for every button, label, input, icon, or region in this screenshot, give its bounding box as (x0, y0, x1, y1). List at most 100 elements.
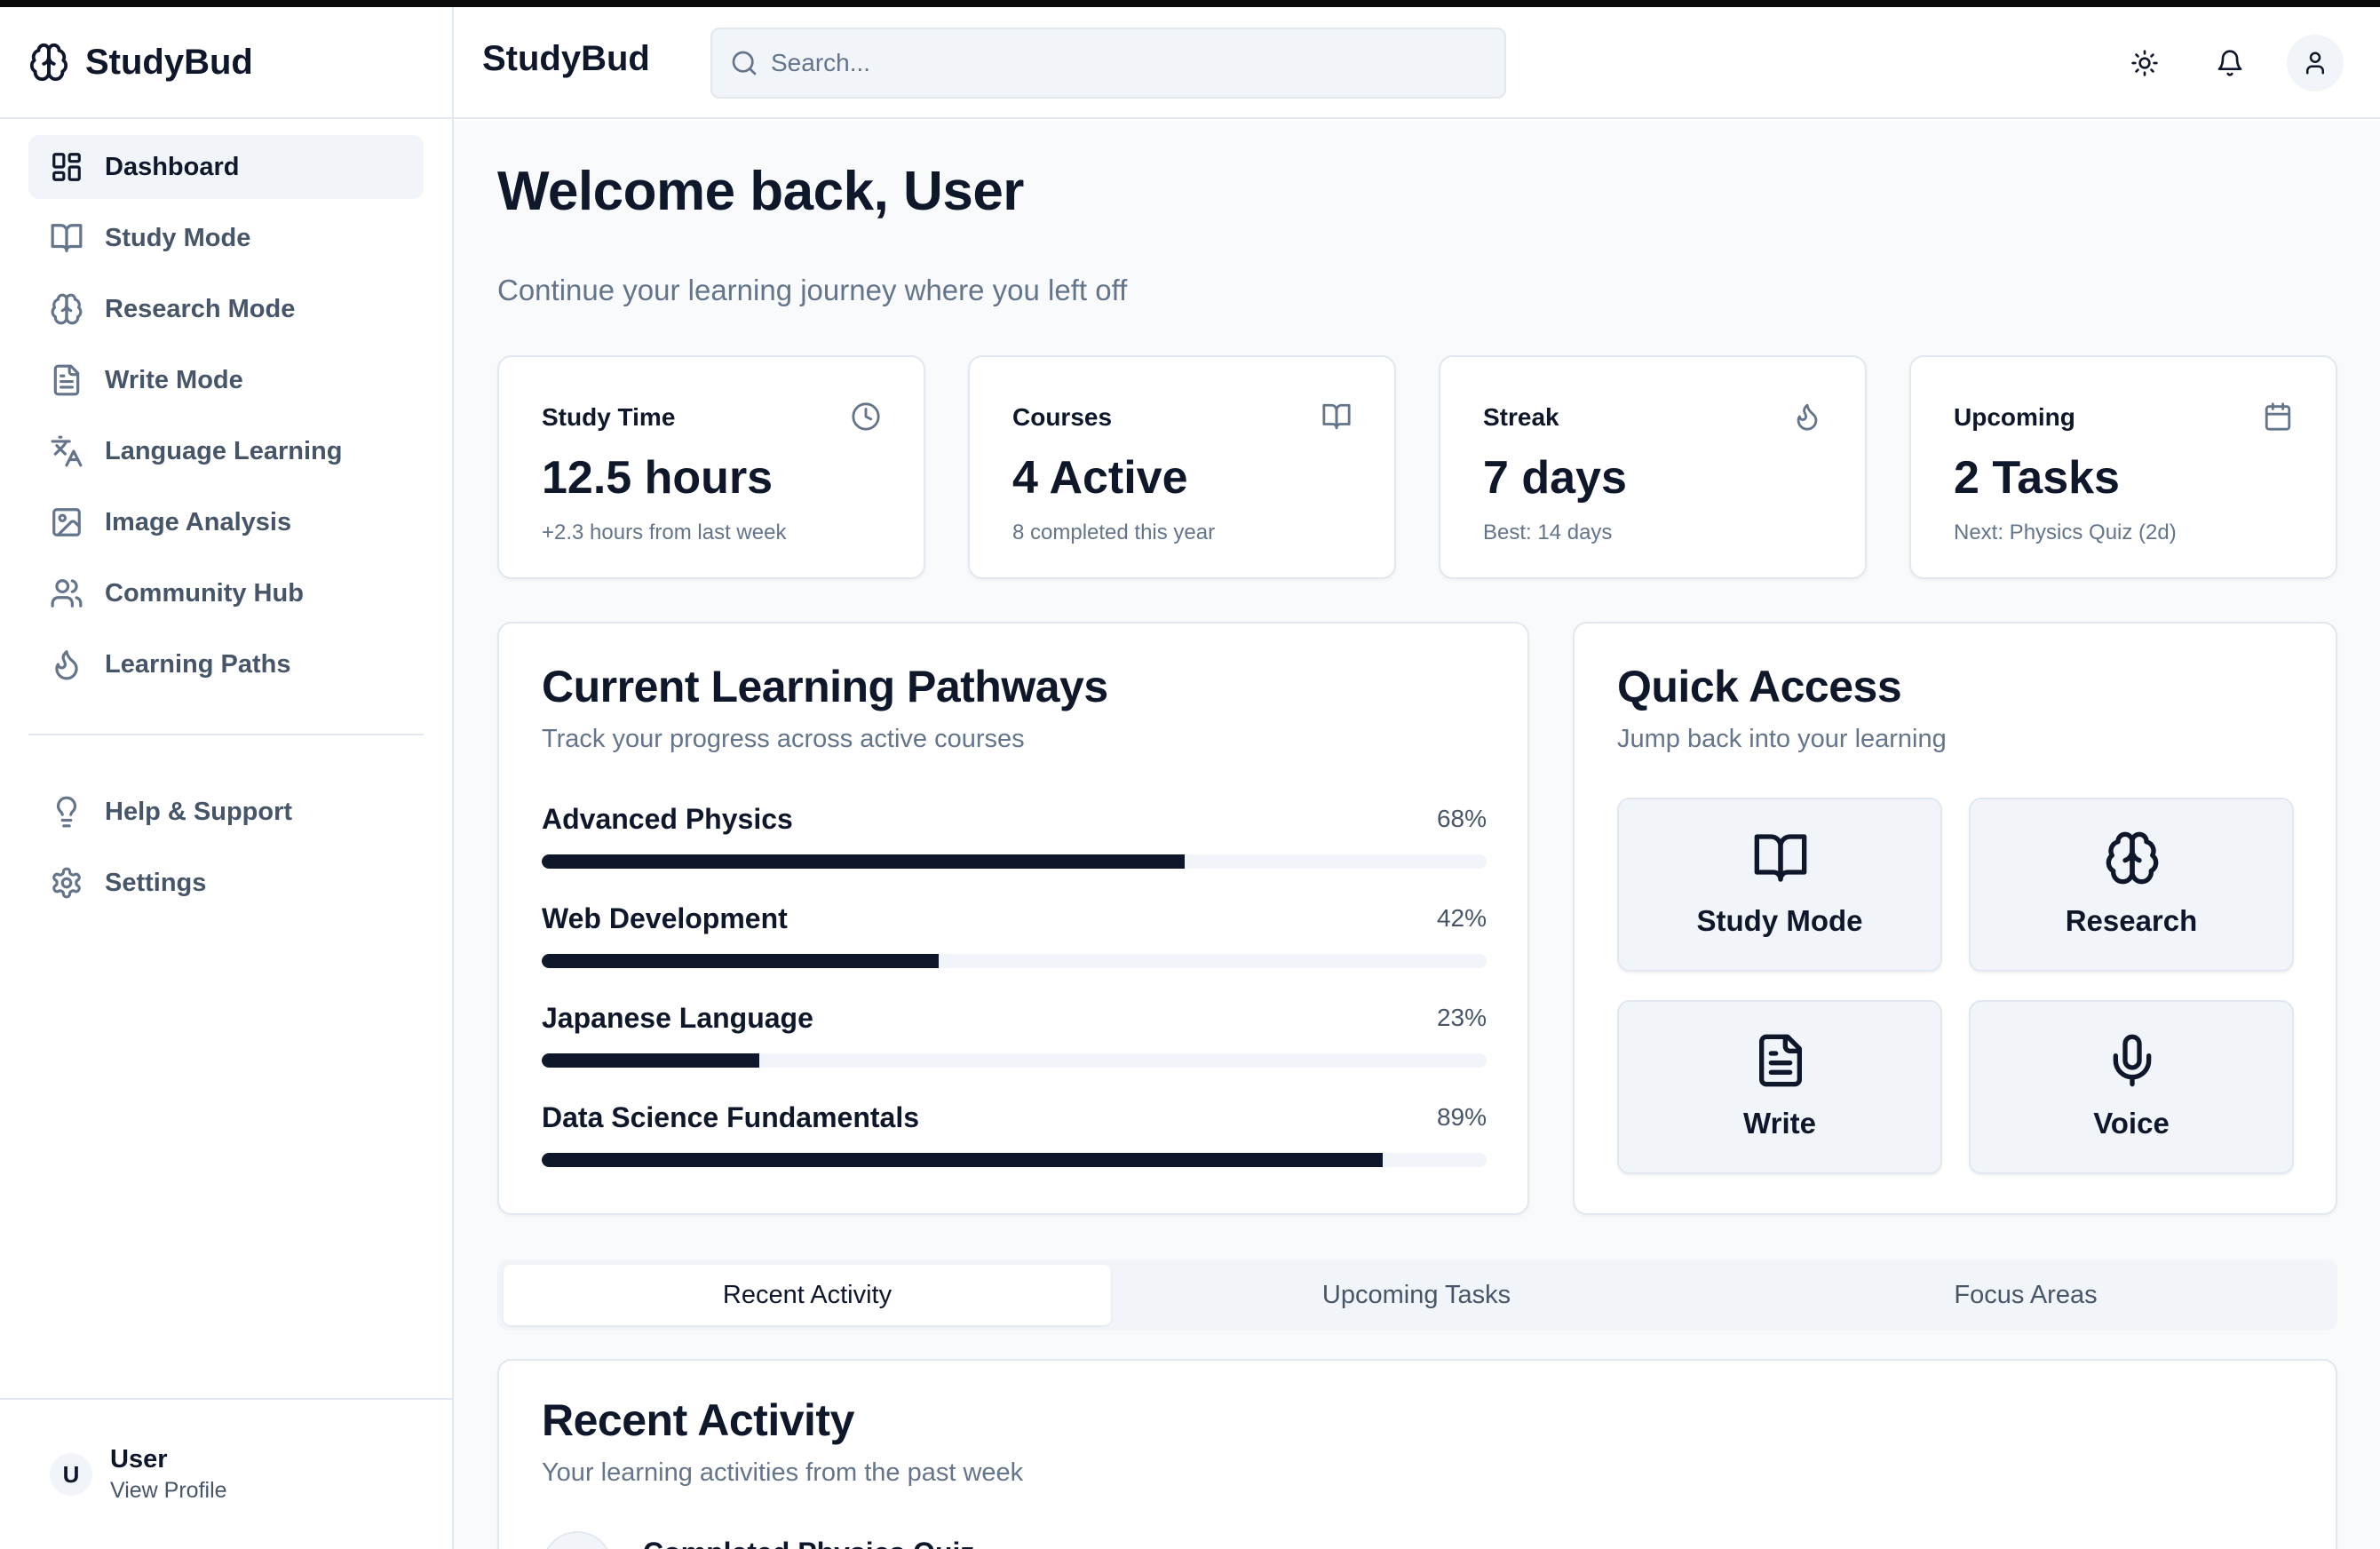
gear-icon (50, 866, 83, 900)
quick-access-study-mode-button[interactable]: Study Mode (1617, 798, 1942, 972)
sidebar-item-learning-paths[interactable]: Learning Paths (28, 632, 424, 696)
user-profile[interactable]: U User View Profile (0, 1398, 452, 1549)
sidebar-item-dashboard[interactable]: Dashboard (28, 135, 424, 199)
stat-subtext: Next: Physics Quiz (2d) (1954, 520, 2177, 544)
sidebar-item-language-learning[interactable]: Language Learning (28, 419, 424, 483)
sidebar-nav: Dashboard Study Mode Research Mode Write… (0, 119, 452, 915)
sidebar-item-label: Image Analysis (105, 507, 292, 536)
sidebar-item-label: Community Hub (105, 578, 304, 608)
clock-icon (851, 401, 881, 432)
recent-activity-subtitle: Your learning activities from the past w… (542, 1458, 1024, 1487)
pathway-percent: 68% (1436, 805, 1487, 832)
notifications-button[interactable] (2202, 35, 2258, 91)
tab-upcoming-tasks[interactable]: Upcoming Tasks (1113, 1265, 1720, 1325)
quick-access-subtitle: Jump back into your learning (1617, 725, 1947, 753)
view-profile-link[interactable]: View Profile (110, 1478, 227, 1504)
search-input[interactable] (771, 49, 1481, 77)
pathway-row-web-development[interactable]: Web Development 42% (542, 902, 1487, 973)
sidebar-item-label: Research Mode (105, 294, 296, 323)
stat-subtext: +2.3 hours from last week (542, 520, 787, 544)
brand-name: StudyBud (85, 42, 253, 82)
users-icon (50, 576, 83, 610)
pathway-row-advanced-physics[interactable]: Advanced Physics 68% (542, 803, 1487, 874)
sun-icon (2130, 49, 2159, 77)
book-open-icon (1752, 830, 1809, 886)
book-icon (50, 221, 83, 255)
file-text-icon (50, 363, 83, 397)
pathway-name: Data Science Fundamentals (542, 1101, 920, 1133)
sidebar-brand[interactable]: StudyBud (0, 7, 452, 119)
window-top-strip (0, 0, 2380, 7)
quick-access-label: Study Mode (1696, 904, 1863, 937)
quick-access-voice-button[interactable]: Voice (1969, 1000, 2294, 1174)
stat-label: Courses (1012, 403, 1113, 431)
pathway-row-data-science[interactable]: Data Science Fundamentals 89% (542, 1101, 1487, 1172)
pathways-subtitle: Track your progress across active course… (542, 725, 1025, 753)
theme-toggle-button[interactable] (2116, 35, 2173, 91)
sidebar-item-label: Settings (105, 868, 207, 897)
progress-fill (542, 1053, 759, 1068)
sidebar: StudyBud Dashboard Study Mode Research M… (0, 7, 454, 1549)
quick-access-card: Quick Access Jump back into your learnin… (1573, 622, 2337, 1215)
sidebar-item-label: Learning Paths (105, 649, 291, 679)
flame-icon (1792, 401, 1822, 432)
sidebar-divider (28, 734, 424, 735)
stat-label: Upcoming (1954, 403, 2075, 431)
pathway-percent: 42% (1436, 904, 1487, 932)
tab-focus-areas[interactable]: Focus Areas (1722, 1265, 2329, 1325)
pathway-name: Japanese Language (542, 1002, 813, 1034)
sidebar-item-study-mode[interactable]: Study Mode (28, 206, 424, 270)
progress-fill (542, 1153, 1383, 1167)
activity-title: Completed Physics Quiz (643, 1537, 974, 1549)
pathway-percent: 23% (1436, 1004, 1487, 1031)
quick-access-title: Quick Access (1617, 662, 1902, 711)
tab-recent-activity[interactable]: Recent Activity (504, 1265, 1111, 1325)
profile-button[interactable] (2287, 35, 2344, 91)
sidebar-item-label: Study Mode (105, 223, 251, 252)
progress-track (542, 1153, 1487, 1167)
flame-icon (50, 647, 83, 681)
pathway-row-japanese-language[interactable]: Japanese Language 23% (542, 1002, 1487, 1073)
recent-activity-card: Recent Activity Your learning activities… (497, 1359, 2337, 1549)
microphone-icon (2104, 1032, 2161, 1089)
stat-label: Streak (1483, 403, 1559, 431)
progress-fill (542, 954, 939, 968)
search-box[interactable] (710, 28, 1506, 99)
sidebar-item-label: Write Mode (105, 365, 243, 394)
sidebar-item-settings[interactable]: Settings (28, 851, 424, 915)
quick-access-label: Research (2065, 904, 2198, 937)
learning-pathways-card: Current Learning Pathways Track your pro… (497, 622, 1529, 1215)
quick-access-label: Write (1743, 1107, 1816, 1140)
user-name: User (110, 1445, 168, 1474)
pathway-percent: 89% (1436, 1103, 1487, 1131)
sidebar-item-image-analysis[interactable]: Image Analysis (28, 490, 424, 554)
file-text-icon (1752, 1032, 1809, 1089)
lightbulb-icon (50, 795, 83, 829)
brain-icon (50, 292, 83, 326)
stat-label: Study Time (542, 403, 676, 431)
stat-card-courses: Courses 4 Active 8 completed this year (968, 355, 1396, 579)
image-icon (50, 505, 83, 539)
stat-card-study-time: Study Time 12.5 hours +2.3 hours from la… (497, 355, 925, 579)
sidebar-item-research-mode[interactable]: Research Mode (28, 277, 424, 341)
quick-access-write-button[interactable]: Write (1617, 1000, 1942, 1174)
brain-logo-icon (28, 42, 69, 83)
pathway-name: Advanced Physics (542, 803, 793, 835)
sidebar-item-label: Help & Support (105, 797, 293, 826)
activity-icon (542, 1531, 613, 1549)
book-icon (1321, 401, 1352, 432)
stat-value: 7 days (1483, 452, 1627, 504)
stat-value: 4 Active (1012, 452, 1188, 504)
quick-access-label: Voice (2093, 1107, 2170, 1140)
sidebar-item-community-hub[interactable]: Community Hub (28, 561, 424, 625)
search-icon (730, 49, 758, 77)
quick-access-research-button[interactable]: Research (1969, 798, 2294, 972)
brain-icon (2104, 830, 2161, 886)
sidebar-item-write-mode[interactable]: Write Mode (28, 348, 424, 412)
main-content: Welcome back, User Continue your learnin… (454, 121, 2380, 1549)
stat-value: 2 Tasks (1954, 452, 2120, 504)
sidebar-item-help-support[interactable]: Help & Support (28, 780, 424, 844)
sidebar-item-label: Language Learning (105, 436, 343, 465)
activity-item[interactable]: Completed Physics Quiz (542, 1531, 974, 1549)
stat-subtext: 8 completed this year (1012, 520, 1216, 544)
